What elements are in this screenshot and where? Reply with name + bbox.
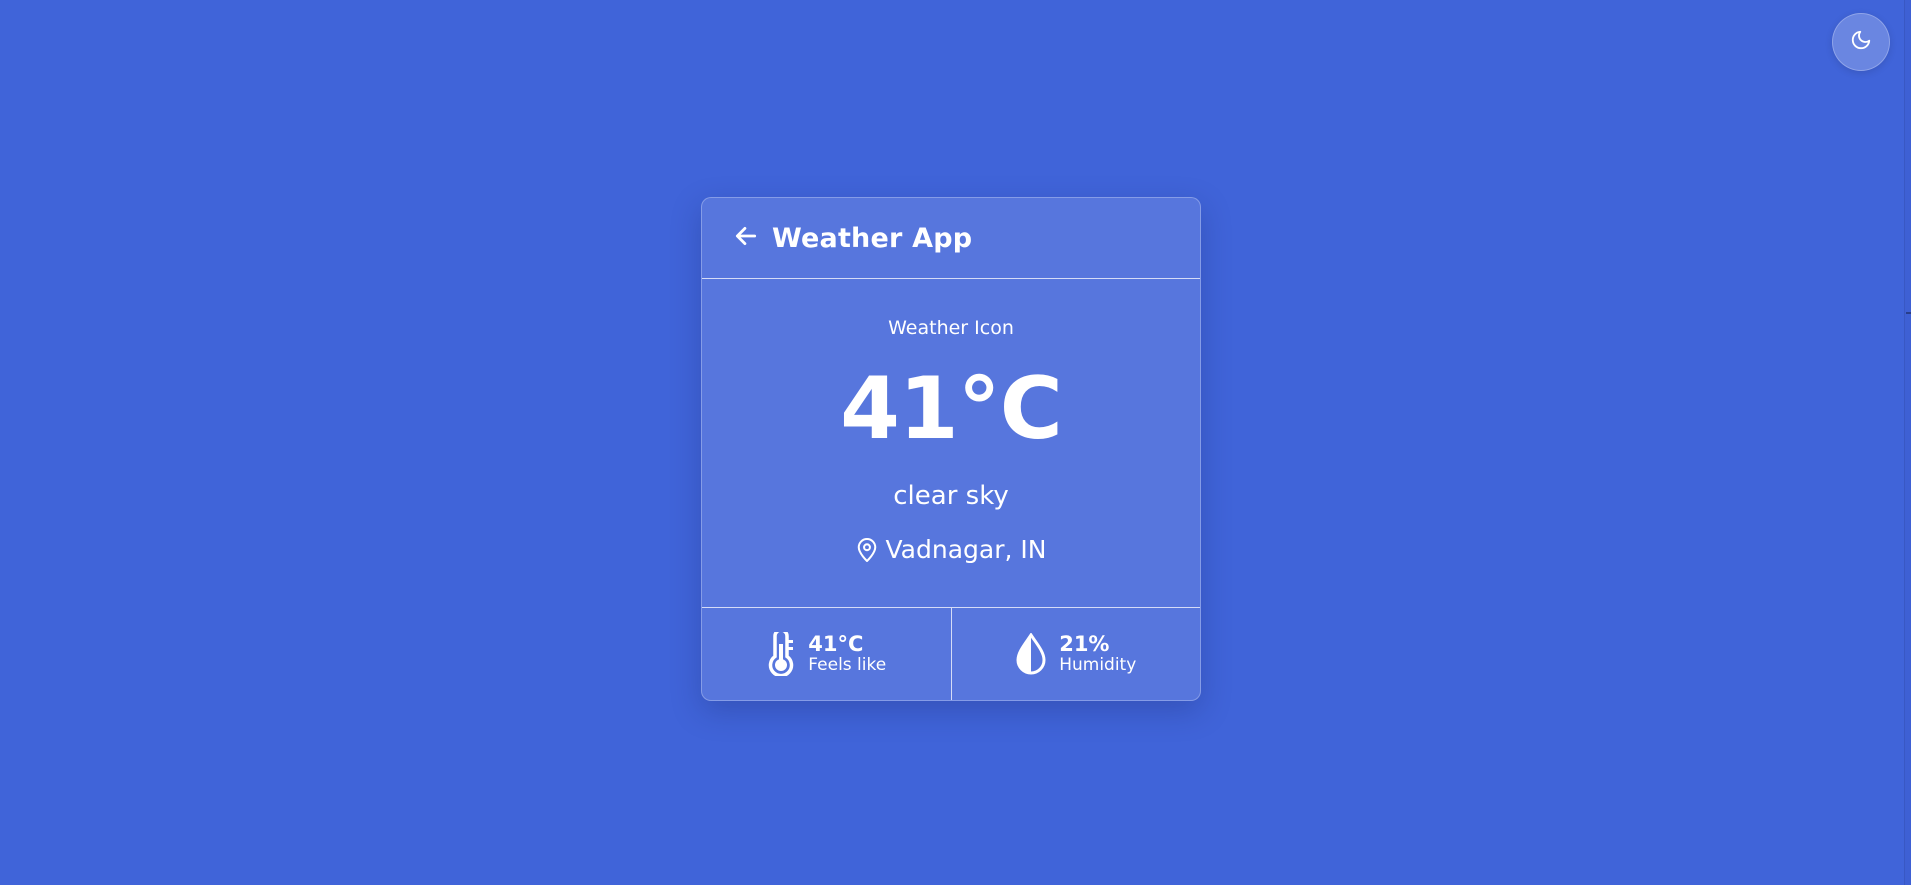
- humidity-stat: 21% Humidity: [950, 608, 1201, 700]
- page-scrollbar[interactable]: [1904, 0, 1911, 885]
- card-header: Weather App: [702, 198, 1200, 279]
- humidity-value: 21%: [1059, 632, 1110, 657]
- back-button[interactable]: [732, 224, 760, 252]
- weather-description: clear sky: [893, 481, 1009, 511]
- location-pin-icon: [856, 537, 878, 563]
- weather-card: Weather App Weather Icon 41°C clear sky …: [701, 197, 1201, 701]
- location-name: Vadnagar, IN: [885, 535, 1047, 564]
- moon-icon: [1850, 29, 1872, 55]
- thermometer-icon: [766, 632, 796, 676]
- water-drop-icon: [1015, 633, 1047, 675]
- app-title: Weather App: [772, 222, 973, 254]
- feels-like-stat: 41°C Feels like: [702, 608, 951, 700]
- theme-toggle-button[interactable]: [1832, 13, 1890, 71]
- location: Vadnagar, IN: [702, 535, 1200, 564]
- weather-details: Weather Icon 41°C clear sky Vadnagar, IN: [702, 279, 1200, 608]
- temperature: 41°C: [840, 359, 1063, 459]
- scrollbar-thumb[interactable]: [1906, 312, 1911, 314]
- arrow-left-icon: [733, 223, 759, 253]
- humidity-label: Humidity: [1059, 655, 1137, 676]
- feels-like-value: 41°C: [808, 632, 864, 657]
- feels-like-label: Feels like: [808, 655, 887, 676]
- weather-icon-alt-text: Weather Icon: [888, 317, 1014, 339]
- weather-stats: 41°C Feels like 21% Humidity: [702, 608, 1200, 700]
